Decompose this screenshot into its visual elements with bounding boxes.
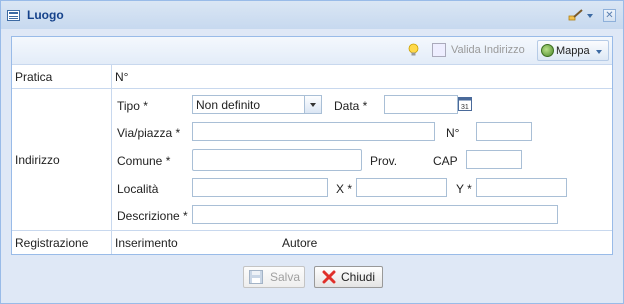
civico-input[interactable]	[476, 122, 532, 141]
x-input[interactable]	[356, 178, 447, 197]
pratica-numero-label: N°	[115, 70, 129, 84]
tipo-value: Non definito	[196, 98, 261, 112]
registrazione-label: Registrazione	[15, 236, 89, 250]
indirizzo-row: Indirizzo Tipo * Non definito Data * 31 …	[12, 89, 612, 231]
globe-icon	[541, 44, 554, 57]
paint-brush-icon[interactable]	[568, 8, 584, 22]
prov-label: Prov.	[370, 154, 398, 168]
floppy-disk-icon	[249, 270, 263, 284]
red-x-icon	[322, 270, 336, 284]
comune-label: Comune *	[117, 154, 171, 168]
valida-indirizzo-label: Valida Indirizzo	[451, 44, 525, 56]
validate-address-icon	[432, 43, 446, 57]
autore-label: Autore	[282, 236, 318, 250]
cap-label: CAP	[433, 154, 458, 168]
chevron-down-icon[interactable]	[304, 96, 321, 113]
chiudi-button[interactable]: Chiudi	[314, 266, 383, 288]
luogo-window: Luogo ✕ Valida Indirizzo Mappa Pratica N…	[0, 0, 624, 304]
chiudi-label: Chiudi	[341, 270, 376, 284]
registrazione-row: Registrazione Inserimento Autore	[12, 231, 612, 254]
mappa-label: Mappa	[556, 45, 590, 57]
tipo-label: Tipo *	[117, 99, 148, 113]
tipo-select[interactable]: Non definito	[192, 95, 322, 114]
localita-input[interactable]	[192, 178, 328, 197]
inserimento-label: Inserimento	[115, 236, 178, 250]
salva-label: Salva	[270, 270, 301, 284]
valida-indirizzo-button[interactable]: Valida Indirizzo	[432, 43, 528, 59]
via-input[interactable]	[192, 122, 435, 141]
light-bulb-icon[interactable]	[407, 43, 420, 57]
descrizione-label: Descrizione *	[117, 209, 188, 223]
form-panel: Valida Indirizzo Mappa Pratica N° Indiri…	[11, 36, 613, 255]
window-title: Luogo	[27, 8, 64, 22]
close-icon[interactable]: ✕	[603, 9, 616, 22]
y-label: Y *	[456, 182, 472, 196]
form-icon	[7, 10, 20, 21]
data-input[interactable]	[384, 95, 458, 114]
title-bar[interactable]: Luogo ✕	[1, 1, 623, 29]
cap-input[interactable]	[466, 150, 522, 169]
x-label: X *	[336, 182, 353, 196]
svg-text:31: 31	[461, 104, 469, 111]
y-input[interactable]	[476, 178, 567, 197]
pratica-label: Pratica	[15, 70, 53, 84]
civico-label: N°	[446, 126, 460, 140]
indirizzo-label: Indirizzo	[15, 153, 60, 167]
column-divider	[111, 65, 112, 254]
descrizione-input[interactable]	[192, 205, 558, 224]
panel-toolbar: Valida Indirizzo Mappa	[12, 37, 612, 65]
pratica-row: Pratica N°	[12, 65, 612, 89]
data-label: Data *	[334, 99, 368, 113]
comune-input[interactable]	[192, 149, 362, 171]
mappa-button[interactable]: Mappa	[537, 40, 609, 61]
dialog-footer: Salva Chiudi	[1, 256, 623, 303]
chevron-down-icon	[596, 50, 602, 54]
calendar-icon[interactable]: 31	[458, 95, 472, 112]
chevron-down-icon[interactable]	[587, 14, 593, 18]
localita-label: Località	[117, 182, 159, 196]
salva-button[interactable]: Salva	[243, 266, 305, 288]
via-label: Via/piazza *	[117, 126, 181, 140]
